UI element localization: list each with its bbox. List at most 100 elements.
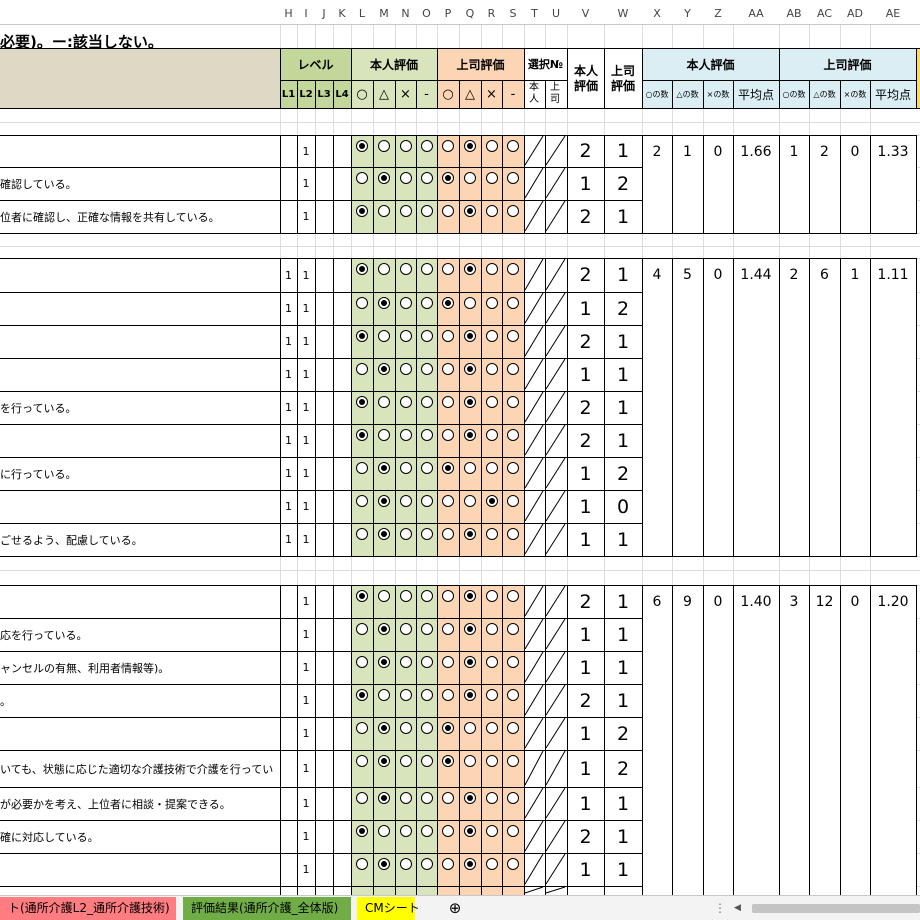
self-score-value[interactable]: 2 xyxy=(567,424,604,457)
boss-eval-radio[interactable] xyxy=(437,325,459,347)
self-summary-value[interactable]: 4 xyxy=(642,258,672,291)
boss-eval-radio[interactable] xyxy=(502,292,524,314)
self-eval-radio[interactable] xyxy=(395,750,416,772)
self-score-value[interactable]: 1 xyxy=(567,651,604,684)
self-summary-value[interactable]: 6 xyxy=(642,585,672,618)
boss-eval-radio[interactable] xyxy=(502,167,524,189)
summary-subheader-label[interactable]: △の数 xyxy=(809,80,840,108)
self-summary-value[interactable]: 0 xyxy=(703,135,733,168)
boss-eval-radio[interactable] xyxy=(437,258,459,280)
self-eval-radio[interactable] xyxy=(416,167,437,189)
self-eval-radio[interactable] xyxy=(373,424,395,446)
level-value[interactable]: 1 xyxy=(297,167,315,200)
level-value[interactable]: 1 xyxy=(297,325,315,358)
boss-eval-radio[interactable] xyxy=(459,750,481,772)
self-eval-radio[interactable] xyxy=(416,820,437,842)
self-eval-radio[interactable] xyxy=(416,358,437,380)
self-eval-radio[interactable] xyxy=(416,135,437,157)
column-header-ae[interactable]: AE xyxy=(870,0,916,25)
scroll-left-icon[interactable]: ◀ xyxy=(734,897,748,920)
summary-subheader-label[interactable]: ×の数 xyxy=(840,80,870,108)
column-header-p[interactable]: P xyxy=(437,0,459,25)
level-value[interactable]: 1 xyxy=(297,750,315,787)
boss-eval-radio[interactable] xyxy=(502,325,524,347)
self-eval-radio[interactable] xyxy=(373,391,395,413)
self-eval-radio[interactable] xyxy=(395,200,416,222)
boss-eval-radio[interactable] xyxy=(502,457,524,479)
self-score-value[interactable]: 1 xyxy=(567,523,604,556)
boss-eval-radio[interactable] xyxy=(437,200,459,222)
self-eval-radio[interactable] xyxy=(351,787,373,809)
self-eval-radio[interactable] xyxy=(351,853,373,875)
boss-eval-radio[interactable] xyxy=(502,135,524,157)
self-eval-radio[interactable] xyxy=(416,787,437,809)
boss-eval-radio[interactable] xyxy=(481,853,502,875)
level-value[interactable]: 1 xyxy=(280,258,297,292)
self-eval-radio[interactable] xyxy=(373,258,395,280)
self-eval-radio[interactable] xyxy=(351,820,373,842)
boss-eval-radio[interactable] xyxy=(459,358,481,380)
self-eval-radio[interactable] xyxy=(416,684,437,706)
self-score-value[interactable]: 1 xyxy=(567,750,604,787)
summary-subheader-label[interactable]: ○の数 xyxy=(642,80,672,108)
boss-eval-radio[interactable] xyxy=(459,651,481,673)
boss-eval-radio[interactable] xyxy=(437,618,459,640)
boss-score-value[interactable]: 1 xyxy=(604,820,642,853)
self-eval-radio[interactable] xyxy=(416,490,437,512)
level-value[interactable]: 1 xyxy=(297,258,315,292)
self-score-value[interactable]: 1 xyxy=(567,167,604,200)
level-value[interactable]: 1 xyxy=(280,292,297,325)
column-header-t[interactable]: T xyxy=(524,0,545,25)
column-header-k[interactable]: K xyxy=(333,0,351,25)
self-score-value[interactable]: 1 xyxy=(567,787,604,820)
self-eval-header-label[interactable]: 本人評価 xyxy=(351,48,437,80)
boss-summary-value[interactable]: 1 xyxy=(840,258,870,291)
level-value[interactable]: 1 xyxy=(280,358,297,391)
boss-score-value[interactable]: 1 xyxy=(604,258,642,292)
item-description[interactable]: ごせるよう、配慮している。 xyxy=(0,523,280,556)
self-score-value[interactable]: 1 xyxy=(567,358,604,391)
self-mark-subheader-label[interactable]: - xyxy=(416,80,437,108)
sheet-tab-cm[interactable]: CMシート xyxy=(357,897,420,920)
select-no-header-label[interactable]: 選択№ xyxy=(524,48,567,80)
boss-eval-radio[interactable] xyxy=(502,258,524,280)
self-eval-radio[interactable] xyxy=(351,523,373,545)
boss-summary-value[interactable]: 2 xyxy=(779,258,809,291)
level-value[interactable]: 1 xyxy=(297,358,315,391)
boss-eval-radio[interactable] xyxy=(437,523,459,545)
boss-eval-radio[interactable] xyxy=(437,135,459,157)
self-eval-radio[interactable] xyxy=(416,585,437,607)
self-eval-radio[interactable] xyxy=(395,853,416,875)
self-eval-radio[interactable] xyxy=(416,457,437,479)
self-eval-radio[interactable] xyxy=(351,457,373,479)
boss-eval-radio[interactable] xyxy=(481,424,502,446)
boss-eval-radio[interactable] xyxy=(502,651,524,673)
self-eval-radio[interactable] xyxy=(395,684,416,706)
level-value[interactable]: 1 xyxy=(280,457,297,490)
self-eval-radio[interactable] xyxy=(416,258,437,280)
boss-eval-radio[interactable] xyxy=(437,585,459,607)
self-eval-radio[interactable] xyxy=(395,167,416,189)
self-score-value[interactable]: 2 xyxy=(567,585,604,618)
boss-eval-radio[interactable] xyxy=(502,424,524,446)
column-header-y[interactable]: Y xyxy=(672,0,703,25)
boss-eval-radio[interactable] xyxy=(437,358,459,380)
boss-eval-radio[interactable] xyxy=(459,618,481,640)
boss-eval-radio[interactable] xyxy=(481,820,502,842)
column-header-aa[interactable]: AA xyxy=(733,0,779,25)
column-header-h[interactable]: H xyxy=(280,0,297,25)
column-header-u[interactable]: U xyxy=(545,0,567,25)
self-score-value[interactable]: 2 xyxy=(567,325,604,358)
item-description[interactable]: が必要かを考え、上位者に相談・提案できる。 xyxy=(0,787,280,820)
boss-eval-radio[interactable] xyxy=(459,523,481,545)
boss-eval-radio[interactable] xyxy=(502,490,524,512)
self-eval-radio[interactable] xyxy=(373,523,395,545)
level-value[interactable]: 1 xyxy=(280,391,297,424)
boss-eval-radio[interactable] xyxy=(437,684,459,706)
boss-eval-radio[interactable] xyxy=(502,787,524,809)
self-summary-value[interactable]: 1.44 xyxy=(733,258,779,291)
level-subheader-label[interactable]: L2 xyxy=(297,80,315,108)
self-eval-radio[interactable] xyxy=(395,717,416,739)
boss-score-value[interactable]: 0 xyxy=(604,490,642,523)
boss-eval-radio[interactable] xyxy=(481,651,502,673)
